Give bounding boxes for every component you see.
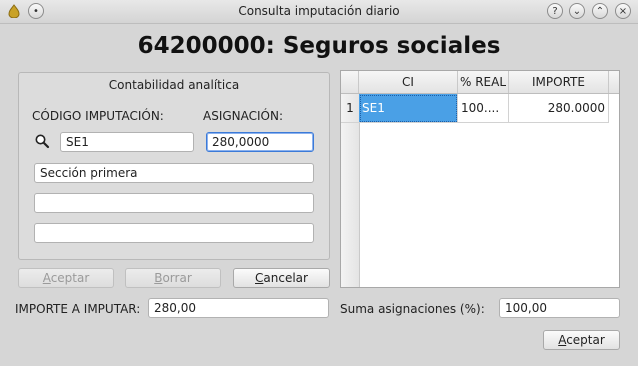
title-bar: • Consulta imputación diario ? ⌄ ⌃ ×: [0, 0, 638, 24]
importe-imputar-label: IMPORTE A IMPUTAR:: [15, 302, 141, 316]
cancelar-post: ancelar: [263, 271, 308, 285]
codigo-imputacion-label: CÓDIGO IMPUTACIÓN:: [32, 109, 164, 123]
suma-asignaciones-label: Suma asignaciones (%):: [340, 302, 485, 316]
aceptar-line-mnemonic: A: [42, 271, 51, 285]
aceptar-button[interactable]: Aceptar: [543, 330, 620, 350]
row-number-header: [341, 71, 359, 93]
column-header-real[interactable]: % REAL: [458, 71, 509, 93]
search-icon[interactable]: [34, 133, 50, 149]
minimize-icon[interactable]: ⌄: [569, 3, 585, 19]
row-number-column: [341, 94, 360, 287]
extra-field-1[interactable]: [34, 193, 314, 213]
aceptar-line-button[interactable]: Aceptar: [18, 268, 114, 288]
table-header: CI % REAL IMPORTE: [341, 71, 619, 94]
asignacion-label: ASIGNACIÓN:: [203, 109, 284, 123]
codigo-imputacion-input[interactable]: SE1: [60, 132, 194, 152]
suma-asignaciones-field[interactable]: 100,00: [499, 298, 620, 318]
borrar-post: orrar: [162, 271, 192, 285]
aceptar-line-post: ceptar: [50, 271, 90, 285]
column-header-importe[interactable]: IMPORTE: [509, 71, 609, 93]
borrar-button[interactable]: Borrar: [125, 268, 221, 288]
cancelar-button[interactable]: Cancelar: [233, 268, 330, 288]
aceptar-mnemonic: A: [558, 333, 567, 347]
row-number[interactable]: 1: [341, 94, 359, 123]
help-icon[interactable]: ?: [547, 3, 563, 19]
maximize-icon[interactable]: ⌃: [592, 3, 608, 19]
seccion-description-field[interactable]: Sección primera: [34, 163, 314, 183]
asignacion-input[interactable]: 280,0000: [206, 132, 314, 152]
window-title: Consulta imputación diario: [238, 4, 400, 18]
table-cell-importe[interactable]: 280.0000: [509, 94, 609, 123]
table-cell-ci[interactable]: SE1: [359, 94, 458, 123]
aceptar-post: ceptar: [566, 333, 605, 347]
imputation-table[interactable]: CI % REAL IMPORTE 1 SE1 100.... 280.0000: [340, 70, 620, 288]
account-heading: 64200000: Seguros sociales: [137, 33, 501, 59]
group-title: Contabilidad analítica: [108, 78, 240, 92]
importe-imputar-field[interactable]: 280,00: [148, 298, 329, 318]
table-cell-real[interactable]: 100....: [458, 94, 509, 123]
column-header-ci[interactable]: CI: [359, 71, 458, 93]
close-icon[interactable]: ×: [615, 3, 631, 19]
extra-field-2[interactable]: [34, 223, 314, 243]
